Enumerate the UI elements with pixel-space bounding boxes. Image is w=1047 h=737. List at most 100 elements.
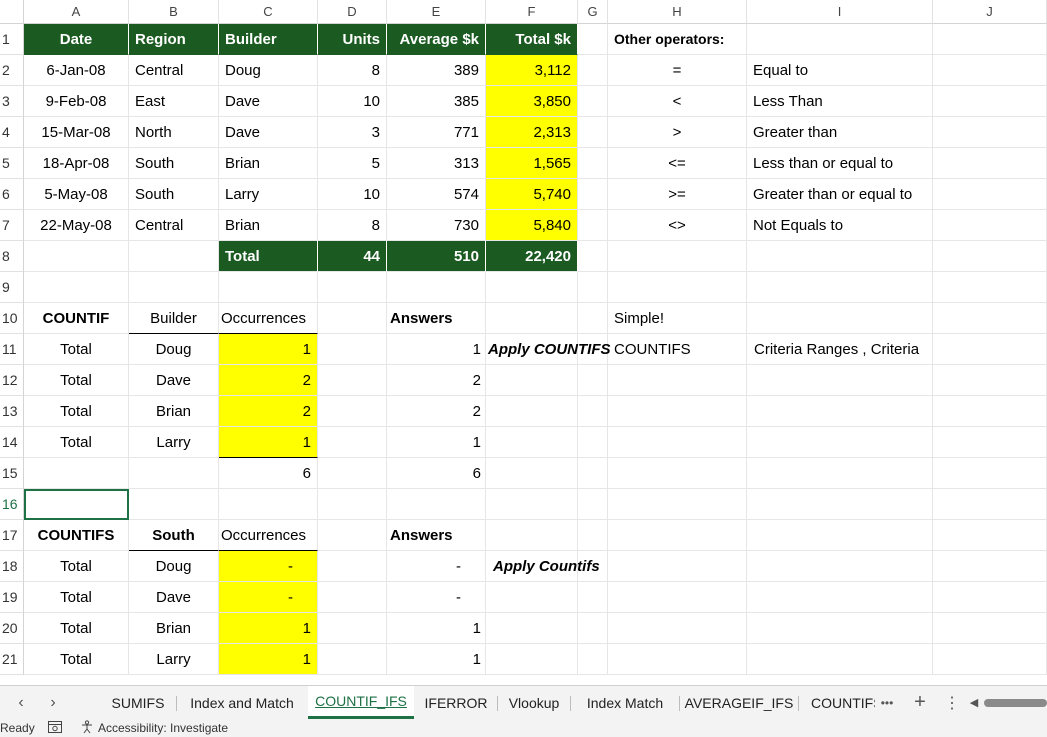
column-header-d[interactable]: D [318,0,387,24]
table-cell[interactable]: 22-May-08 [24,210,129,241]
simple-note[interactable]: Simple! [608,303,747,334]
grid-cell[interactable] [318,458,387,489]
countifs-label[interactable]: COUNTIFS [24,520,129,551]
table-cell[interactable]: Dave [219,86,318,117]
grid-cell[interactable] [578,272,608,303]
grid-cell[interactable] [486,396,578,427]
table-cell[interactable]: Doug [219,55,318,86]
grid-cell[interactable] [933,365,1047,396]
grid-cell[interactable] [747,241,933,272]
table-cell[interactable]: 10 [318,86,387,117]
operator-symbol[interactable]: >= [608,179,747,210]
countifs-occurrence[interactable]: - [219,582,318,613]
more-sheets-icon[interactable]: ••• [876,686,898,719]
table-cell[interactable]: 5-May-08 [24,179,129,210]
apply-countifs-note[interactable]: Apply COUNTIFS [486,334,611,365]
grid-cell[interactable] [747,644,933,675]
table-cell[interactable]: 15-Mar-08 [24,117,129,148]
row-header-20[interactable]: 20 [0,613,24,644]
grid-cell[interactable] [486,458,578,489]
row-header-17[interactable]: 17 [0,520,24,551]
grid-cell[interactable] [486,272,578,303]
table-header-total-k[interactable]: Total $k [486,24,578,55]
column-header-h[interactable]: H [608,0,747,24]
table-cell[interactable]: 3,112 [486,55,578,86]
table-cell[interactable]: 574 [387,179,486,210]
grid-cell[interactable] [24,458,129,489]
grid-cell[interactable] [129,272,219,303]
operator-description[interactable]: Less than or equal to [747,148,933,179]
countifs-builder[interactable]: Larry [129,644,219,675]
row-header-18[interactable]: 18 [0,551,24,582]
grid-cell[interactable] [318,613,387,644]
table-cell[interactable]: Central [129,55,219,86]
total-average[interactable]: 510 [387,241,486,272]
countifs-function-name[interactable]: COUNTIFS [608,334,747,365]
grid-cell[interactable] [578,644,608,675]
grid-cell[interactable] [387,489,486,520]
grid-cell[interactable] [318,582,387,613]
column-header-g[interactable]: G [578,0,608,24]
grid-cell[interactable] [933,582,1047,613]
macro-record-icon[interactable] [48,721,62,733]
row-header-11[interactable]: 11 [0,334,24,365]
table-cell[interactable]: 8 [318,210,387,241]
total-label[interactable]: Total [219,241,318,272]
countif-builder[interactable]: Doug [129,334,219,365]
table-cell[interactable]: 771 [387,117,486,148]
grid-cell[interactable] [578,613,608,644]
row-header-12[interactable]: 12 [0,365,24,396]
table-header-date[interactable]: Date [24,24,129,55]
countifs-answers-header[interactable]: Answers [387,520,486,551]
accessibility-icon[interactable] [80,720,94,737]
grid-cell[interactable] [578,489,608,520]
grid-cell[interactable] [608,241,747,272]
grid-cell[interactable] [933,613,1047,644]
grid-cell[interactable] [933,241,1047,272]
grid-cell[interactable] [486,613,578,644]
countif-answer[interactable]: 1 [387,334,486,365]
grid-cell[interactable] [578,520,608,551]
table-cell[interactable]: 3 [318,117,387,148]
grid-cell[interactable] [318,365,387,396]
row-header-8[interactable]: 8 [0,241,24,272]
operators-title[interactable]: Other operators: [608,24,747,55]
grid-cell[interactable] [608,613,747,644]
table-cell[interactable]: 730 [387,210,486,241]
grid-cell[interactable] [608,272,747,303]
sheet-options-icon[interactable]: ⋮ [942,686,962,719]
countifs-builder[interactable]: Dave [129,582,219,613]
table-cell[interactable]: 18-Apr-08 [24,148,129,179]
grid-cell[interactable] [318,520,387,551]
table-cell[interactable]: 5,840 [486,210,578,241]
table-cell[interactable]: 5,740 [486,179,578,210]
grid-cell[interactable] [318,396,387,427]
countif-answer[interactable]: 2 [387,396,486,427]
grid-cell[interactable] [933,458,1047,489]
grid-cell[interactable] [933,489,1047,520]
table-cell[interactable]: Dave [219,117,318,148]
grid-cell[interactable] [933,86,1047,117]
horizontal-scrollbar[interactable] [984,699,1047,707]
row-header-9[interactable]: 9 [0,272,24,303]
countif-occurrence[interactable]: 1 [219,427,318,458]
countifs-row-label[interactable]: Total [24,613,129,644]
table-cell[interactable]: Central [129,210,219,241]
grid-cell[interactable] [747,24,933,55]
operator-description[interactable]: Equal to [747,55,933,86]
countif-sum-answers[interactable]: 6 [387,458,486,489]
scroll-left-icon[interactable]: ◀ [968,686,980,719]
grid-cell[interactable] [219,489,318,520]
tab-countifs[interactable]: COUNTIFS [799,686,875,719]
table-header-region[interactable]: Region [129,24,219,55]
grid-cell[interactable] [578,117,608,148]
grid-cell[interactable] [129,458,219,489]
grid-cell[interactable] [578,148,608,179]
select-all-corner[interactable] [0,0,24,24]
grid-cell[interactable] [318,303,387,334]
grid-cell[interactable] [933,334,1047,365]
grid-cell[interactable] [486,644,578,675]
grid-cell[interactable] [578,179,608,210]
apply-countifs-note-2[interactable]: Apply Countifs [486,551,600,582]
grid-cell[interactable] [578,55,608,86]
